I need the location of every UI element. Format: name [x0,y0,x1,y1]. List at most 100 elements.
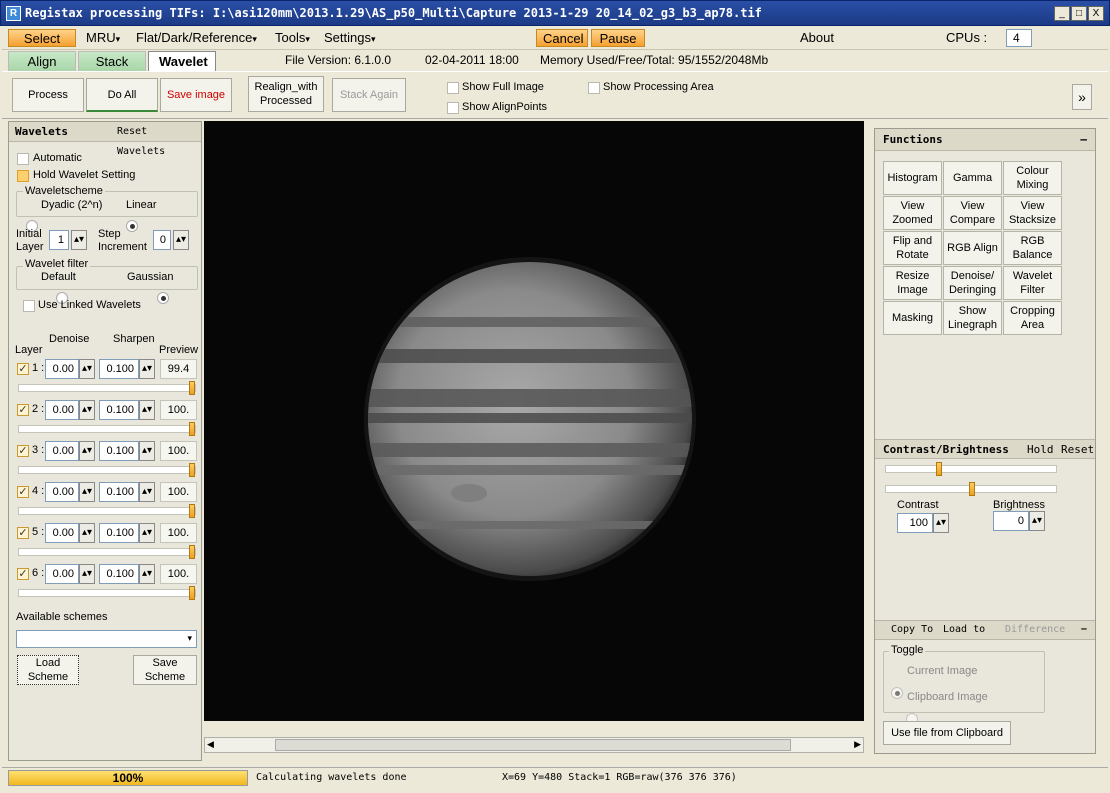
functions-collapse-button[interactable]: – [1080,130,1087,150]
show-alignpoints-checkbox[interactable] [447,102,459,114]
layer-enable-checkbox[interactable] [17,527,29,539]
hold-wavelet-checkbox[interactable] [17,170,29,182]
masking-button[interactable]: Masking [883,301,942,335]
menu-tools[interactable]: Tools▾ [269,29,316,47]
layer-denoise-stepper[interactable]: ▴▾ [79,523,95,543]
layer-slider-thumb[interactable] [189,504,195,518]
difference-button[interactable]: Difference [1005,624,1065,635]
minimize-button[interactable]: _ [1054,6,1070,21]
scroll-left-icon[interactable]: ◀ [207,739,214,750]
layer-slider-thumb[interactable] [189,586,195,600]
layer-sharpen-input[interactable]: 0.100 [99,564,139,584]
flip-and-rotate-button[interactable]: Flip and Rotate [883,231,942,265]
brightness-stepper[interactable]: ▴▾ [1029,511,1045,531]
current-image-radio[interactable] [891,687,903,699]
layer-slider-thumb[interactable] [189,545,195,559]
layer-denoise-stepper[interactable]: ▴▾ [79,400,95,420]
load-to-button[interactable]: Load to [943,624,985,635]
brightness-slider-thumb[interactable] [969,482,975,496]
copy-to-button[interactable]: Copy To [891,624,933,635]
tab-wavelet[interactable]: Wavelet [148,51,216,71]
layer-enable-checkbox[interactable] [17,568,29,580]
denoise-deringing-button[interactable]: Denoise/ Deringing [943,266,1002,300]
layer-sharpen-input[interactable]: 0.100 [99,482,139,502]
layer-denoise-stepper[interactable]: ▴▾ [79,482,95,502]
initial-layer-stepper[interactable]: ▴▾ [71,230,87,250]
close-button[interactable]: X [1088,6,1104,21]
menu-about[interactable]: About [794,29,840,47]
view-zoomed-button[interactable]: View Zoomed [883,196,942,230]
menu-flat-dark-reference[interactable]: Flat/Dark/Reference▾ [130,29,263,47]
maximize-button[interactable]: □ [1071,6,1087,21]
layer-sharpen-stepper[interactable]: ▴▾ [139,441,155,461]
cropping-area-button[interactable]: Cropping Area [1003,301,1062,335]
show-full-image-checkbox[interactable] [447,82,459,94]
layer-denoise-stepper[interactable]: ▴▾ [79,564,95,584]
layer-sharpen-stepper[interactable]: ▴▾ [139,359,155,379]
menu-mru[interactable]: MRU▾ [80,29,126,47]
cpus-spinner[interactable]: 4 [1006,29,1032,47]
show-processing-area-checkbox[interactable] [588,82,600,94]
rgb-align-button[interactable]: RGB Align [943,231,1002,265]
layer-enable-checkbox[interactable] [17,445,29,457]
layer-denoise-input[interactable]: 0.00 [45,564,79,584]
layer-denoise-stepper[interactable]: ▴▾ [79,359,95,379]
stack-again-button[interactable]: Stack Again [332,78,406,112]
layer-denoise-input[interactable]: 0.00 [45,359,79,379]
step-increment-input[interactable]: 0 [153,230,171,250]
reset-wavelets-button[interactable]: Reset Wavelets [117,122,201,162]
layer-sharpen-slider[interactable] [18,504,196,518]
realign-button[interactable]: Realign_with Processed [248,76,324,112]
horizontal-scrollbar[interactable]: ◀ ▶ [204,737,864,753]
expand-icon[interactable]: » [1072,84,1092,110]
brightness-input[interactable]: 0 [993,511,1029,531]
copy-collapse-button[interactable]: – [1081,623,1087,635]
layer-sharpen-slider[interactable] [18,463,196,477]
layer-slider-thumb[interactable] [189,422,195,436]
schemes-dropdown[interactable]: ▾ [16,630,197,648]
contrast-stepper[interactable]: ▴▾ [933,513,949,533]
layer-sharpen-slider[interactable] [18,381,196,395]
gamma-button[interactable]: Gamma [943,161,1002,195]
layer-sharpen-slider[interactable] [18,545,196,559]
layer-sharpen-input[interactable]: 0.100 [99,523,139,543]
step-increment-stepper[interactable]: ▴▾ [173,230,189,250]
contrast-slider[interactable] [885,462,1057,476]
layer-sharpen-stepper[interactable]: ▴▾ [139,523,155,543]
tab-stack[interactable]: Stack [78,51,146,71]
wavelet-filter-button[interactable]: Wavelet Filter [1003,266,1062,300]
pause-button[interactable]: Pause [591,29,645,47]
layer-sharpen-stepper[interactable]: ▴▾ [139,482,155,502]
show-linegraph-button[interactable]: Show Linegraph [943,301,1002,335]
brightness-slider[interactable] [885,482,1057,496]
initial-layer-input[interactable]: 1 [49,230,69,250]
layer-sharpen-input[interactable]: 0.100 [99,441,139,461]
contrast-slider-thumb[interactable] [936,462,942,476]
layer-denoise-input[interactable]: 0.00 [45,441,79,461]
image-viewer[interactable] [204,121,864,721]
layer-denoise-stepper[interactable]: ▴▾ [79,441,95,461]
menu-settings[interactable]: Settings▾ [318,29,382,47]
save-image-button[interactable]: Save image [160,78,232,112]
cancel-button[interactable]: Cancel [536,29,588,47]
layer-sharpen-stepper[interactable]: ▴▾ [139,400,155,420]
tab-align[interactable]: Align [8,51,76,71]
view-compare-button[interactable]: View Compare [943,196,1002,230]
layer-sharpen-slider[interactable] [18,422,196,436]
process-button[interactable]: Process [12,78,84,112]
load-scheme-button[interactable]: Load Scheme [17,655,79,685]
save-scheme-button[interactable]: Save Scheme [133,655,197,685]
scrollbar-thumb[interactable] [275,739,791,751]
contrast-reset-button[interactable]: Reset [1061,443,1094,456]
layer-slider-thumb[interactable] [189,381,195,395]
layer-sharpen-input[interactable]: 0.100 [99,359,139,379]
layer-sharpen-input[interactable]: 0.100 [99,400,139,420]
histogram-button[interactable]: Histogram [883,161,942,195]
resize-image-button[interactable]: Resize Image [883,266,942,300]
layer-enable-checkbox[interactable] [17,404,29,416]
use-linked-wavelets-checkbox[interactable] [23,300,35,312]
layer-denoise-input[interactable]: 0.00 [45,482,79,502]
use-file-from-clipboard-button[interactable]: Use file from Clipboard [883,721,1011,745]
colour-mixing-button[interactable]: Colour Mixing [1003,161,1062,195]
gaussian-radio[interactable] [157,292,170,304]
